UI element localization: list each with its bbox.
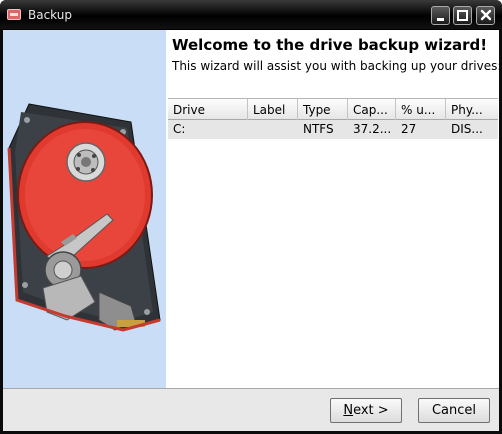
column-header-drive[interactable]: Drive xyxy=(168,99,248,120)
wizard-subtitle: This wizard will assist you with backing… xyxy=(172,59,502,73)
cell-drive: C: xyxy=(173,122,186,136)
maximize-icon xyxy=(457,10,468,21)
wizard-footer: Next > Cancel xyxy=(3,388,499,431)
next-button-label: ext > xyxy=(353,403,389,418)
hard-drive-illustration xyxy=(7,103,161,332)
cancel-button[interactable]: Cancel xyxy=(418,398,490,423)
column-header-capacity[interactable]: Cap... xyxy=(348,99,396,120)
cell-capacity: 37.2... xyxy=(353,122,392,136)
cell-label xyxy=(248,120,298,139)
drives-table[interactable]: Drive Label Type Cap... % u... Phy... C:… xyxy=(168,98,498,139)
drives-table-header: Drive Label Type Cap... % u... Phy... xyxy=(168,98,498,120)
next-button[interactable]: Next > xyxy=(330,398,402,423)
column-header-type[interactable]: Type xyxy=(298,99,348,120)
cell-type: NTFS xyxy=(303,122,334,136)
wizard-side-panel xyxy=(3,30,166,388)
next-button-mnemonic: N xyxy=(343,403,354,418)
close-icon xyxy=(480,9,492,21)
backup-window: Backup Welcome to the drive backup wizar… xyxy=(0,0,502,434)
minimize-button[interactable] xyxy=(431,6,450,25)
wizard-main-panel: Welcome to the drive backup wizard! This… xyxy=(166,30,502,388)
wizard-body: Welcome to the drive backup wizard! This… xyxy=(3,30,502,431)
close-button[interactable] xyxy=(476,6,495,25)
table-row[interactable]: C: NTFS 37.2... 27 DIS... xyxy=(168,120,498,139)
column-header-physical[interactable]: Phy... xyxy=(446,99,498,120)
maximize-button[interactable] xyxy=(453,6,472,25)
column-header-percent-used[interactable]: % u... xyxy=(396,99,446,120)
minimize-icon xyxy=(437,18,444,21)
wizard-heading: Welcome to the drive backup wizard! xyxy=(172,36,488,54)
cell-percent-used: 27 xyxy=(401,122,417,136)
disk-utility-icon xyxy=(7,9,21,20)
column-header-label[interactable]: Label xyxy=(248,99,298,120)
cell-physical: DIS... xyxy=(451,122,483,136)
window-title: Backup xyxy=(28,8,72,22)
title-bar[interactable]: Backup xyxy=(0,0,502,30)
